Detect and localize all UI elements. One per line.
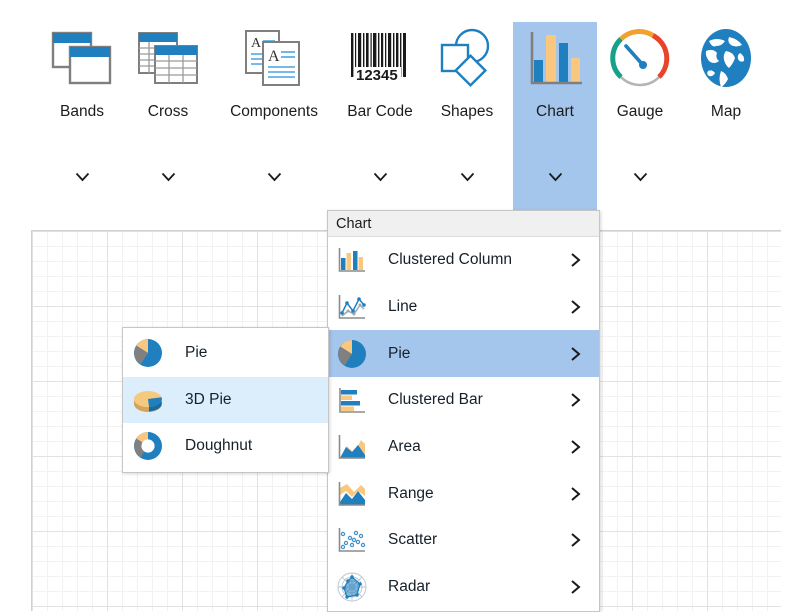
gauge-dropdown-chevron[interactable] <box>598 172 682 182</box>
submenu-item-label: 3D Pie <box>185 390 232 408</box>
submenu-item-3d-pie[interactable]: 3D Pie <box>123 376 328 423</box>
cross-icon <box>126 22 210 94</box>
toolbar-item-label: Cross <box>147 103 189 120</box>
chart-icon <box>513 22 597 94</box>
menu-item-label: Range <box>388 484 434 502</box>
chevron-right-icon <box>570 579 582 595</box>
chart-menu-header: Chart <box>328 211 599 237</box>
menu-item-label: Clustered Bar <box>388 391 483 409</box>
chevron-right-icon <box>570 486 582 502</box>
chevron-right-icon <box>570 346 582 362</box>
components-icon: A A <box>232 22 316 94</box>
chart-dropdown-menu: Chart Clustered Column Line Pie Clustere… <box>327 210 600 612</box>
toolbar-item-map[interactable]: Map <box>684 22 768 210</box>
toolbar-item-barcode[interactable]: 12345 Bar Code <box>338 22 422 210</box>
area-chart-icon <box>335 432 369 462</box>
chevron-right-icon <box>570 439 582 455</box>
barcode-dropdown-chevron[interactable] <box>338 172 422 182</box>
map-icon <box>684 22 768 94</box>
scatter-chart-icon <box>335 525 369 555</box>
clustered-bar-icon <box>335 385 369 415</box>
doughnut-icon <box>131 430 165 462</box>
menu-item-range[interactable]: Range <box>328 470 599 517</box>
toolbar-item-gauge[interactable]: Gauge <box>598 22 682 210</box>
range-chart-icon <box>335 479 369 509</box>
toolbar-item-label: Gauge <box>616 103 664 120</box>
menu-item-label: Scatter <box>388 531 438 549</box>
menu-item-label: Pie <box>388 344 411 362</box>
toolbar-item-label: Shapes <box>440 103 494 120</box>
toolbar-item-label: Bands <box>60 103 104 120</box>
svg-text:A: A <box>268 48 280 65</box>
pie-chart-icon <box>335 339 369 369</box>
toolbar-item-label: Components <box>230 103 318 120</box>
pie-3d-icon <box>131 384 165 416</box>
components-dropdown-chevron[interactable] <box>232 172 316 182</box>
menu-item-label: Clustered Column <box>388 251 513 269</box>
toolbar-item-bands[interactable]: Bands <box>40 22 124 210</box>
pie-icon <box>131 337 165 369</box>
menu-item-radar[interactable]: Radar <box>328 564 599 611</box>
shapes-icon <box>425 22 509 94</box>
submenu-item-pie[interactable]: Pie <box>123 330 328 377</box>
line-chart-icon <box>335 292 369 322</box>
chevron-right-icon <box>570 299 582 315</box>
gauge-icon <box>598 22 682 94</box>
pie-submenu: Pie 3D Pie Doughnut <box>122 327 329 473</box>
radar-chart-icon <box>335 572 369 602</box>
menu-item-line[interactable]: Line <box>328 284 599 331</box>
chevron-right-icon <box>570 392 582 408</box>
toolbar-item-label: Map <box>710 103 742 120</box>
menu-item-area[interactable]: Area <box>328 424 599 471</box>
barcode-digits-label: 12345 <box>356 67 398 84</box>
menu-item-label: Area <box>388 438 421 456</box>
toolbar-item-components[interactable]: A A Components <box>230 22 318 210</box>
chart-menu-header-label: Chart <box>336 215 372 232</box>
menu-item-clustered-column[interactable]: Clustered Column <box>328 237 599 284</box>
cross-dropdown-chevron[interactable] <box>126 172 210 182</box>
chevron-right-icon <box>570 252 582 268</box>
toolbar-item-shapes[interactable]: Shapes <box>425 22 509 210</box>
component-toolbar: Bands Cross A A Components 12345 Bar Cod… <box>0 0 800 212</box>
menu-item-clustered-bar[interactable]: Clustered Bar <box>328 377 599 424</box>
bands-dropdown-chevron[interactable] <box>40 172 124 182</box>
menu-item-label: Line <box>388 298 418 316</box>
clustered-column-icon <box>335 245 369 275</box>
menu-item-pie[interactable]: Pie <box>328 330 599 378</box>
chart-dropdown-chevron[interactable] <box>513 172 597 182</box>
barcode-icon: 12345 <box>338 22 422 94</box>
submenu-item-label: Pie <box>185 344 208 362</box>
menu-item-label: Radar <box>388 578 431 596</box>
toolbar-item-label: Bar Code <box>347 103 413 120</box>
toolbar-item-label: Chart <box>536 103 574 120</box>
toolbar-item-chart[interactable]: Chart <box>513 22 597 210</box>
chevron-right-icon <box>570 532 582 548</box>
menu-item-scatter[interactable]: Scatter <box>328 517 599 564</box>
shapes-dropdown-chevron[interactable] <box>425 172 509 182</box>
bands-icon <box>40 22 124 94</box>
submenu-item-label: Doughnut <box>185 437 253 455</box>
toolbar-item-cross[interactable]: Cross <box>126 22 210 210</box>
svg-text:A: A <box>251 36 262 51</box>
submenu-item-doughnut[interactable]: Doughnut <box>123 423 328 470</box>
